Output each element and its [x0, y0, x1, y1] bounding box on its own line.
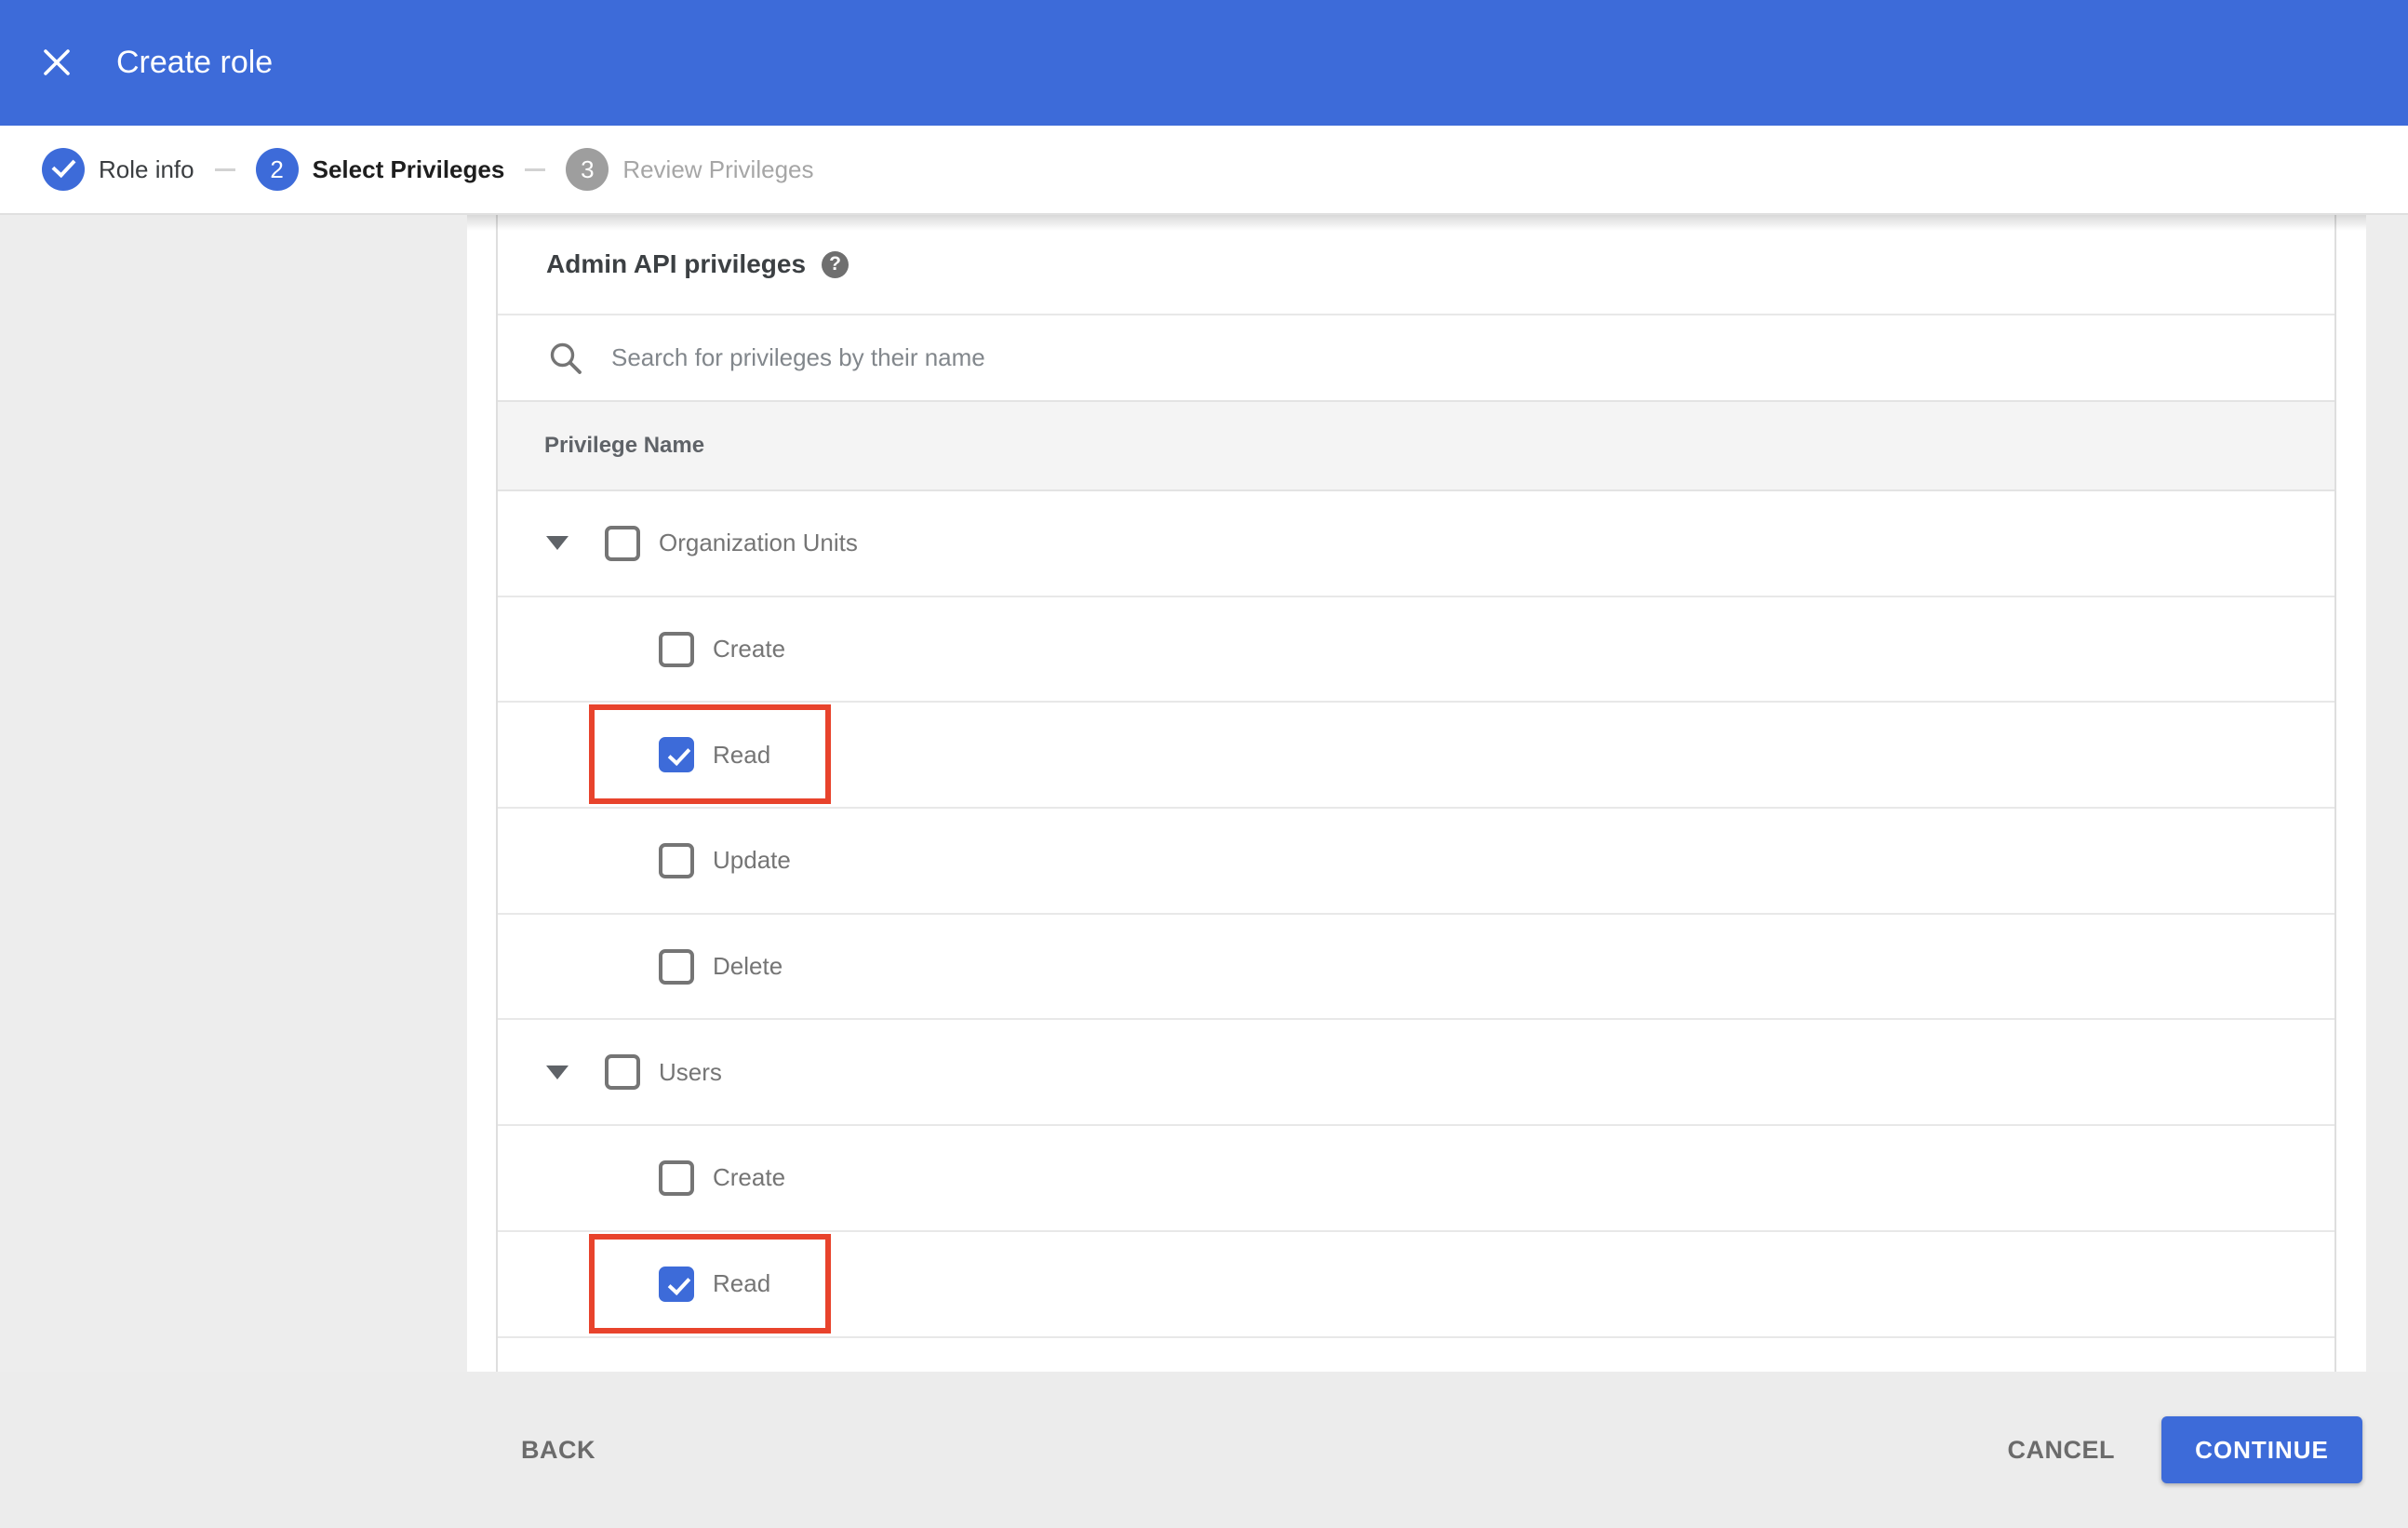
- privilege-row: Read: [498, 1232, 2334, 1338]
- privilege-label: Users: [659, 1057, 722, 1086]
- step-number: 3: [566, 148, 609, 191]
- checkbox-update[interactable]: [659, 842, 694, 878]
- privilege-label: Update: [713, 846, 791, 875]
- checkbox-read[interactable]: [659, 737, 694, 773]
- privilege-row: Read: [498, 703, 2334, 810]
- step-check-icon: [42, 148, 85, 191]
- right-margin: [2366, 215, 2408, 1372]
- column-header-privilege-name: Privilege Name: [544, 433, 705, 458]
- privilege-row: Users: [498, 1020, 2334, 1127]
- annotation-red-box: [589, 704, 831, 805]
- privilege-row: Organization Units: [498, 491, 2334, 597]
- cancel-button[interactable]: CANCEL: [2008, 1372, 2116, 1528]
- help-icon[interactable]: ?: [822, 250, 849, 278]
- privilege-row: Create: [498, 597, 2334, 704]
- checkbox-organization-units[interactable]: [605, 525, 640, 561]
- step-select-privileges[interactable]: 2 Select Privileges: [255, 148, 505, 191]
- step-label: Role info: [99, 154, 194, 183]
- step-review-privileges[interactable]: 3 Review Privileges: [566, 148, 814, 191]
- privilege-label: Create: [713, 1163, 786, 1192]
- continue-button[interactable]: CONTINUE: [2161, 1416, 2362, 1483]
- step-number: 2: [255, 148, 299, 191]
- search-bar: [498, 314, 2334, 400]
- checkbox-read[interactable]: [659, 1266, 694, 1302]
- privilege-label: Create: [713, 635, 786, 663]
- dialog-title: Create role: [116, 45, 274, 80]
- left-margin: [0, 215, 467, 1372]
- section-heading: Admin API privileges ?: [498, 215, 2334, 314]
- step-divider: [214, 168, 235, 171]
- collapse-triangle-icon[interactable]: [546, 536, 569, 551]
- privilege-label: Organization Units: [659, 529, 858, 557]
- close-icon[interactable]: [43, 48, 71, 76]
- table-header-row: Privilege Name: [498, 400, 2334, 491]
- checkbox-create[interactable]: [659, 1159, 694, 1196]
- back-button[interactable]: BACK: [521, 1372, 595, 1528]
- checkbox-delete[interactable]: [659, 948, 694, 985]
- appbar: Create role: [0, 0, 2408, 126]
- collapse-triangle-icon[interactable]: [546, 1065, 569, 1079]
- privileges-card: Admin API privileges ? Privilege Name Or…: [496, 215, 2336, 1372]
- privilege-row: Delete: [498, 915, 2334, 1021]
- section-title: Admin API privileges: [546, 249, 807, 278]
- privilege-row: Update: [498, 809, 2334, 915]
- step-label: Review Privileges: [622, 154, 814, 183]
- privilege-label: Read: [713, 740, 771, 769]
- privilege-label: Delete: [713, 952, 783, 981]
- stepper: Role info 2 Select Privileges 3 Review Privi…: [0, 126, 2408, 215]
- annotation-red-box: [589, 1233, 831, 1334]
- dialog-body: Admin API privileges ? Privilege Name Or…: [0, 215, 2408, 1372]
- privilege-rows: Organization Units Create Read Update Delete…: [498, 491, 2334, 1338]
- step-role-info[interactable]: Role info: [42, 148, 194, 191]
- search-input[interactable]: [611, 343, 2007, 372]
- footer-bar: BACK CANCEL CONTINUE: [0, 1372, 2408, 1528]
- create-role-dialog: Create role Role info 2 Select Privileges 3…: [0, 0, 2408, 1528]
- checkbox-users[interactable]: [605, 1054, 640, 1091]
- search-icon: [548, 341, 583, 376]
- checkbox-create[interactable]: [659, 631, 694, 667]
- step-divider: [525, 168, 546, 171]
- step-label: Select Privileges: [312, 154, 505, 183]
- privilege-row: Create: [498, 1126, 2334, 1232]
- privilege-label: Read: [713, 1269, 771, 1298]
- stepper-steps: Role info 2 Select Privileges 3 Review Privi…: [42, 148, 814, 191]
